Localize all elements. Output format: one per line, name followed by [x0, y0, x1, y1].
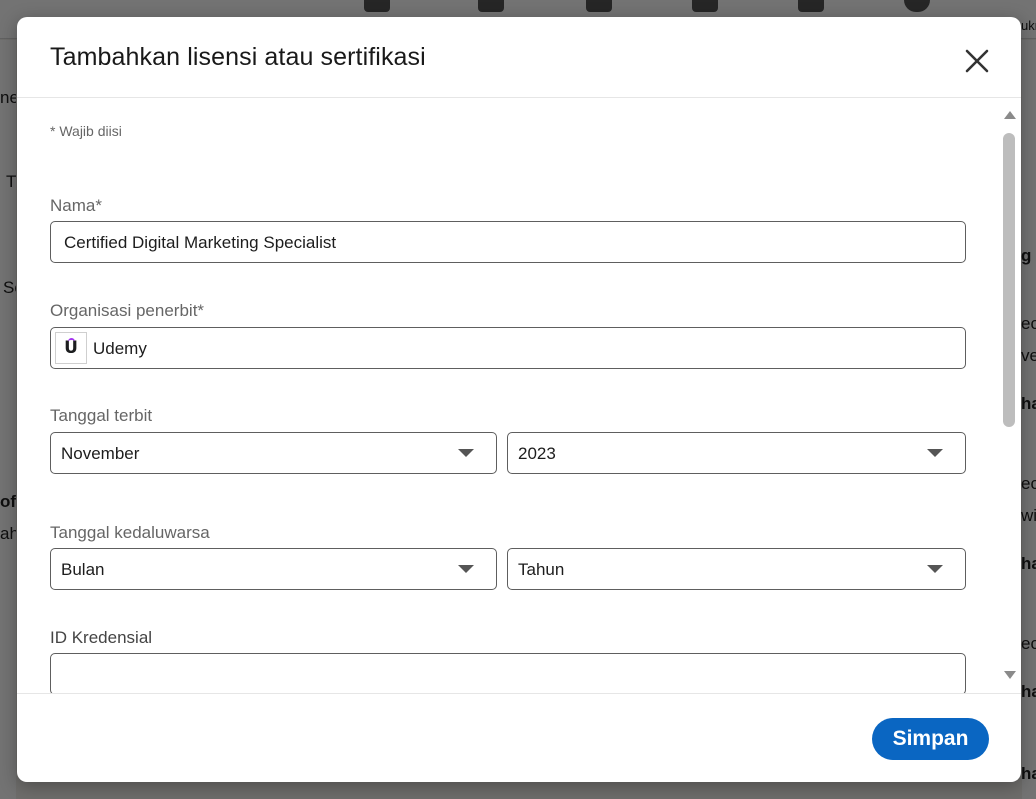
chevron-down-icon: [458, 449, 474, 457]
scroll-down-arrow-icon[interactable]: [1004, 671, 1016, 679]
expiration-year-value: Tahun: [518, 560, 565, 579]
required-note: * Wajib diisi: [50, 123, 122, 139]
udemy-logo-accent: [68, 338, 75, 344]
issue-year-select[interactable]: 2023: [507, 432, 966, 474]
issuing-organization-label: Organisasi penerbit*: [50, 301, 205, 320]
issue-year-value: 2023: [518, 444, 556, 463]
name-label: Nama*: [50, 196, 102, 215]
dialog-footer: Simpan: [17, 693, 1021, 782]
close-icon: [965, 49, 989, 73]
license-certification-dialog: Tambahkan lisensi atau sertifikasi * Waj…: [17, 17, 1021, 782]
udemy-logo-icon: U: [55, 332, 87, 364]
credential-id-field[interactable]: [50, 653, 966, 693]
issuing-organization-value: Udemy: [93, 339, 147, 358]
close-button[interactable]: [957, 42, 997, 82]
scrollbar-thumb[interactable]: [1003, 133, 1015, 427]
expiration-year-select[interactable]: Tahun: [507, 548, 966, 590]
issuing-organization-field[interactable]: U Udemy: [50, 327, 966, 369]
dialog-scrollbar[interactable]: [1001, 103, 1019, 689]
chevron-down-icon: [927, 565, 943, 573]
credential-id-label: ID Kredensial: [50, 628, 153, 647]
expiration-date-label: Tanggal kedaluwarsa: [50, 523, 210, 542]
name-value: Certified Digital Marketing Specialist: [64, 233, 337, 252]
dialog-title: Tambahkan lisensi atau sertifikasi: [50, 43, 426, 71]
dialog-body[interactable]: * Wajib diisi Nama* Certified Digital Ma…: [17, 99, 1021, 693]
issue-month-value: November: [61, 444, 140, 463]
chevron-down-icon: [458, 565, 474, 573]
scroll-up-arrow-icon[interactable]: [1004, 111, 1016, 119]
issue-date-label: Tanggal terbit: [50, 406, 153, 425]
issue-month-select[interactable]: November: [50, 432, 497, 474]
expiration-month-value: Bulan: [61, 560, 105, 579]
chevron-down-icon: [927, 449, 943, 457]
save-button[interactable]: Simpan: [872, 718, 989, 760]
dialog-header: Tambahkan lisensi atau sertifikasi: [17, 17, 1021, 98]
name-field[interactable]: Certified Digital Marketing Specialist: [50, 221, 966, 263]
expiration-month-select[interactable]: Bulan: [50, 548, 497, 590]
